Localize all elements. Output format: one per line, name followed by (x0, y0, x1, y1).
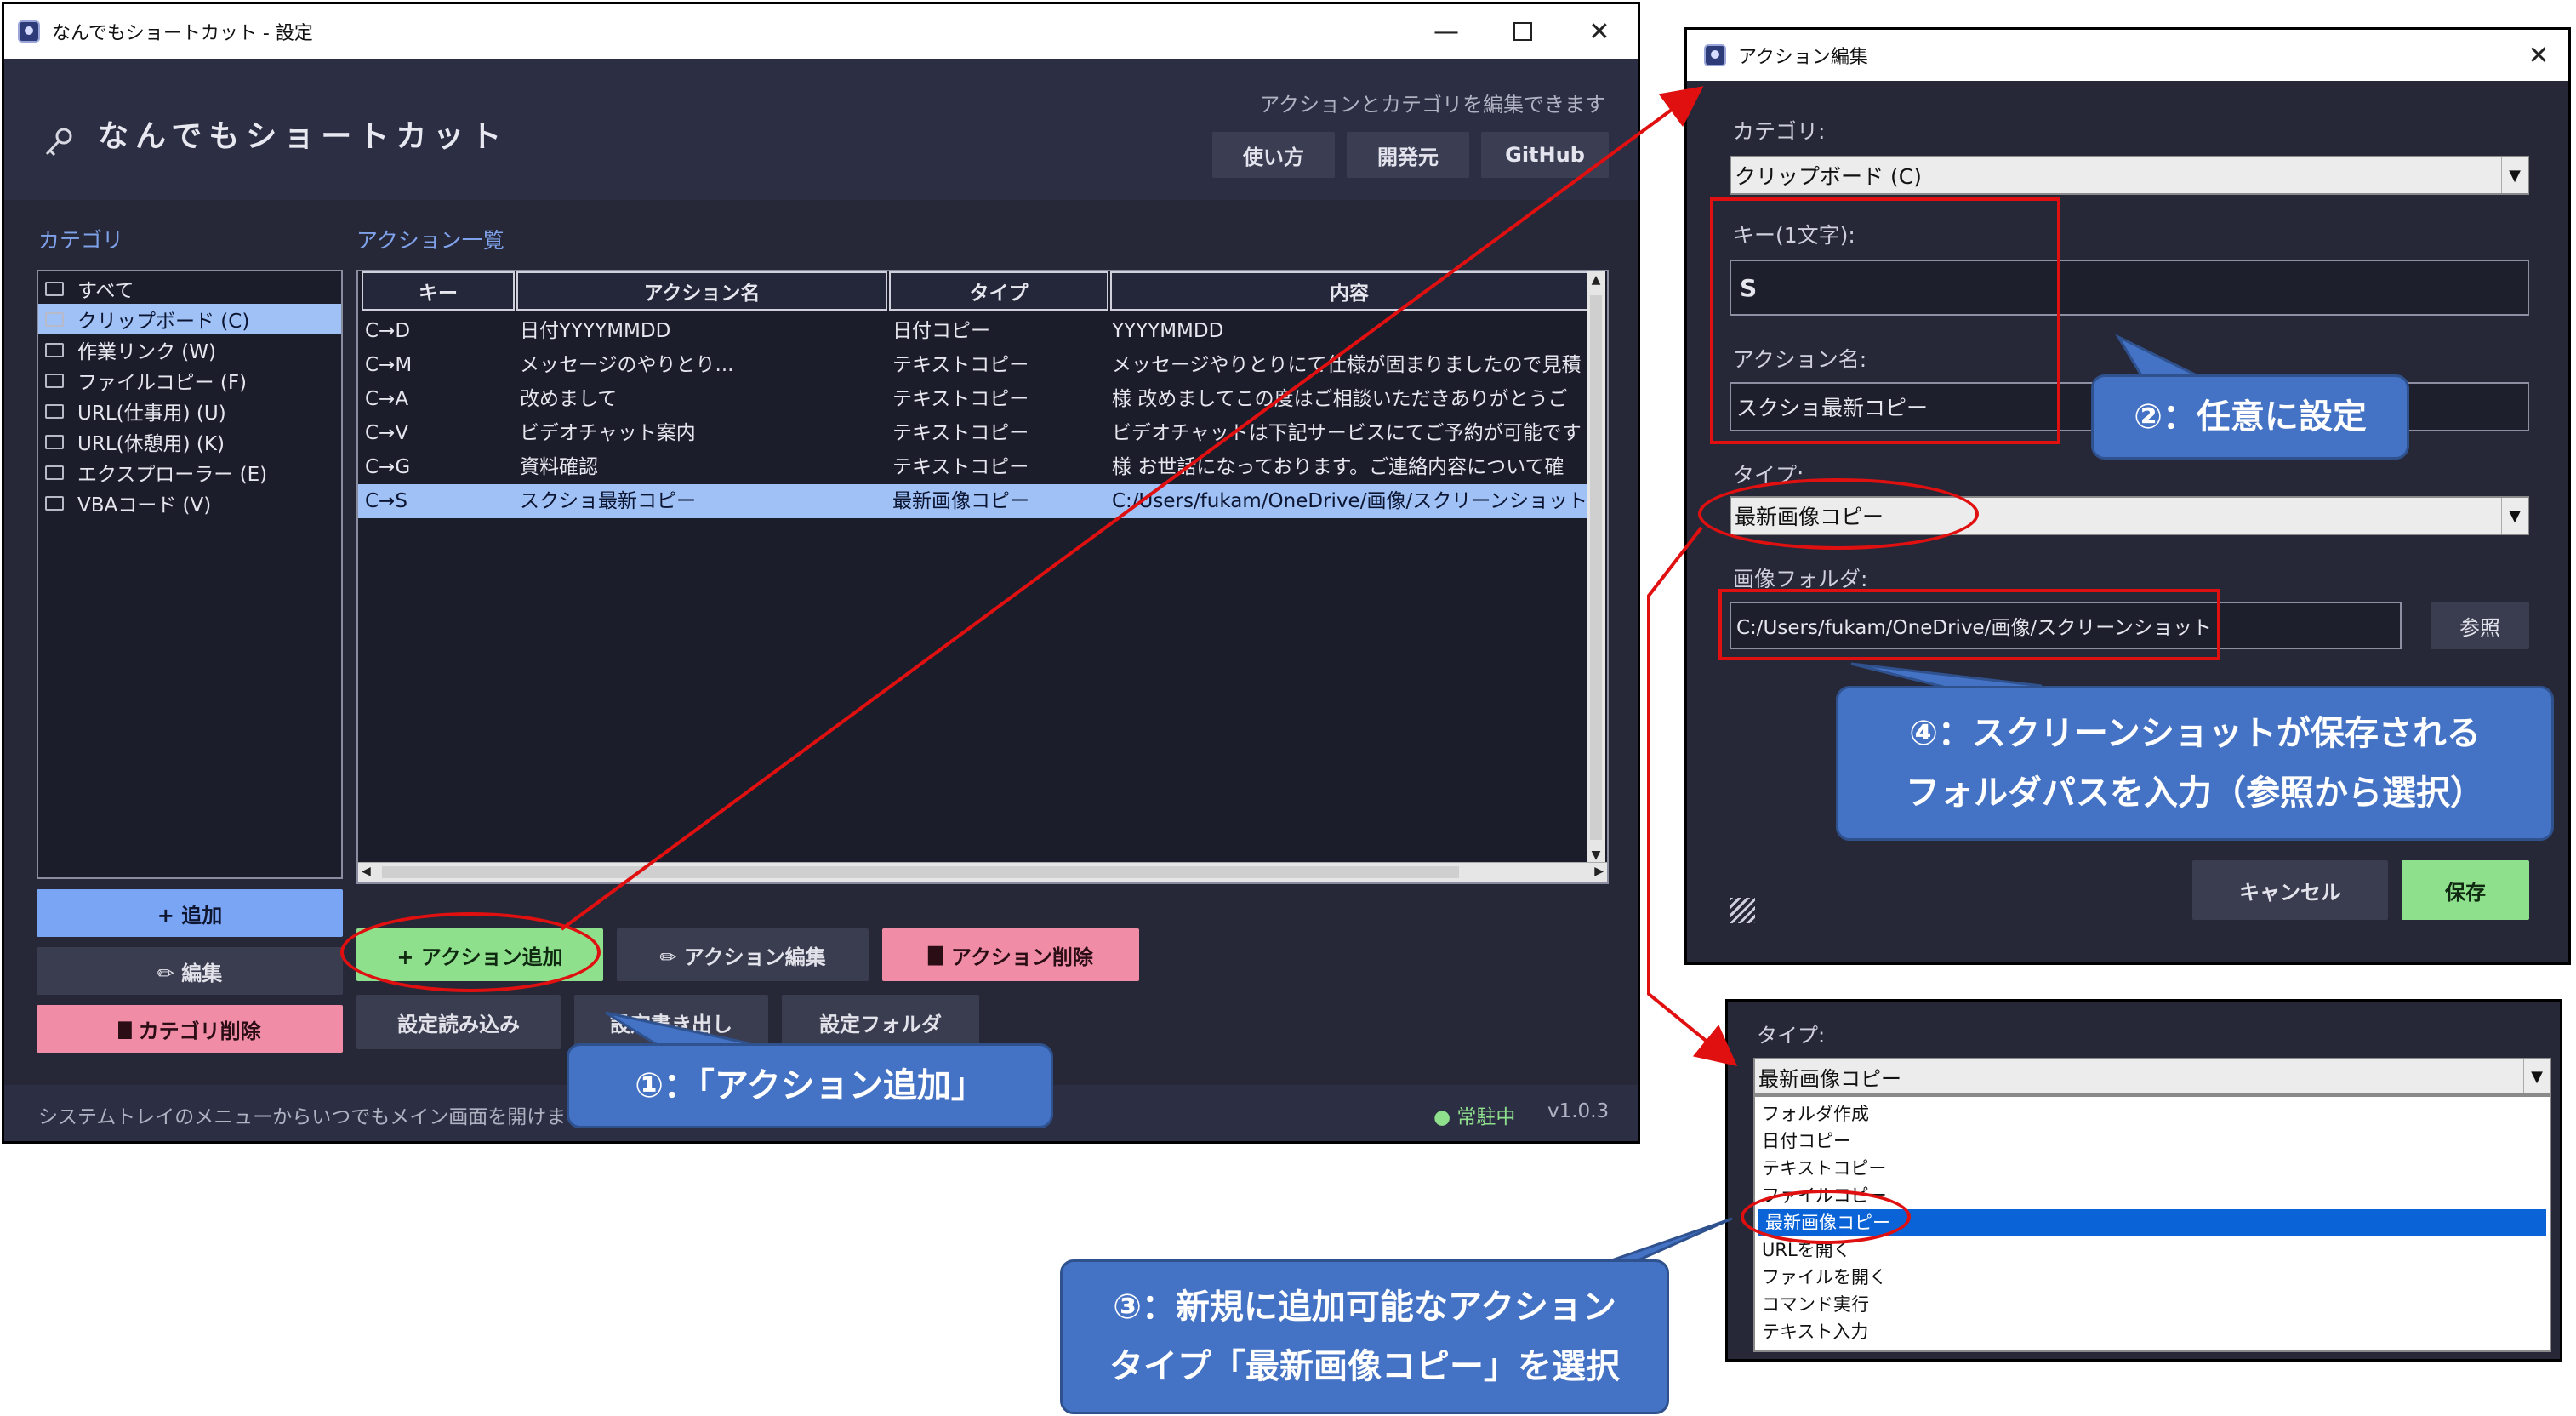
callout-step4-line2: フォルダパスを入力（参照から選択） (1906, 774, 2484, 813)
callout-step1-text: ①：「アクション追加」 (635, 1066, 985, 1105)
callout-step3: ③：新規に追加可能なアクション タイプ「最新画像コピー」を選択 (1060, 1259, 1669, 1414)
highlight-add-action (340, 912, 601, 992)
highlight-type-select (1698, 478, 1979, 550)
highlight-key-and-name (1710, 197, 2060, 444)
highlight-latest-image-option (1741, 1190, 1911, 1244)
arrow-add-to-dialog (560, 86, 1704, 931)
highlight-image-folder (1718, 589, 2220, 660)
callout-step4: ④：スクリーンショットが保存される フォルダパスを入力（参照から選択） (1836, 686, 2554, 841)
callout-step2: ②：任意に設定 (2091, 374, 2409, 460)
callout-step4-line1: ④：スクリーンショットが保存される (1909, 714, 2481, 753)
callout-step3-line2: タイプ「最新画像コピー」を選択 (1109, 1347, 1620, 1386)
callout-tail-step2 (2115, 334, 2200, 381)
callout-step1: ①：「アクション追加」 (567, 1043, 1053, 1128)
callout-step2-text: ②：任意に設定 (2134, 397, 2367, 437)
callout-step3-line1: ③：新規に追加可能なアクション (1113, 1288, 1616, 1327)
